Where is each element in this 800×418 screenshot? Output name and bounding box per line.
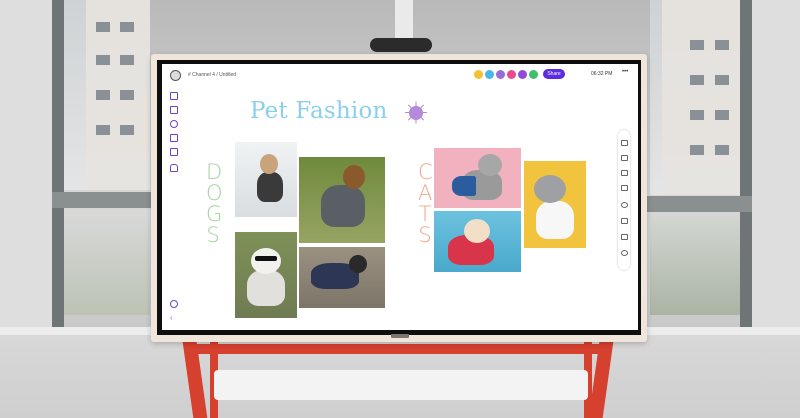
fill-icon[interactable] <box>621 185 628 191</box>
building-window <box>690 40 704 50</box>
person-icon[interactable] <box>170 120 178 128</box>
undo-icon[interactable] <box>621 250 628 256</box>
highlighter-icon[interactable] <box>621 170 628 176</box>
window-pane-bottom-right <box>650 215 746 315</box>
settings-icon[interactable] <box>170 300 178 308</box>
dog-in-puffer-coat-photo[interactable] <box>235 142 297 217</box>
sticky-note-icon[interactable] <box>621 218 628 224</box>
dogs-label-text: DOGS <box>206 160 223 247</box>
building-window <box>120 22 134 32</box>
window-frame <box>640 196 752 212</box>
window-frame <box>52 0 64 330</box>
building-window <box>96 55 110 65</box>
user-avatar-icon[interactable] <box>170 70 181 81</box>
collaborator-avatar[interactable] <box>474 70 483 79</box>
bell-icon[interactable] <box>170 164 178 172</box>
pen-icon[interactable] <box>621 140 628 146</box>
building-window <box>120 55 134 65</box>
cat-head <box>464 219 490 243</box>
dog-head <box>260 154 278 174</box>
collapse-icon[interactable]: ‹ <box>170 315 176 322</box>
app-topbar: # Channel 4 / Untitled Share 06:32 PM ••… <box>162 64 638 86</box>
stand-crossbar <box>196 344 602 354</box>
building-window <box>690 75 704 85</box>
window-frame <box>52 192 162 208</box>
cat-in-suit-photo[interactable] <box>524 161 586 248</box>
cat-in-red-hoodie-photo[interactable] <box>434 211 521 272</box>
building-window <box>96 22 110 32</box>
board-title[interactable]: Pet Fashion <box>250 98 388 124</box>
building-window <box>690 145 704 155</box>
cat-superhero-cape-photo[interactable] <box>434 148 521 208</box>
building-facade <box>662 0 742 195</box>
dog-head <box>349 255 367 273</box>
marker-icon[interactable] <box>621 155 628 161</box>
building-window <box>715 145 729 155</box>
dog-figure <box>247 270 285 306</box>
drawing-toolbar <box>618 130 630 270</box>
building-window <box>715 75 729 85</box>
more-dots-icon[interactable]: ••• <box>622 69 628 75</box>
collaborator-avatar[interactable] <box>529 70 538 79</box>
collaborator-avatar[interactable] <box>518 70 527 79</box>
cat-cape <box>452 176 476 196</box>
building-window <box>96 125 110 135</box>
cats-label[interactable]: CATS <box>414 162 436 246</box>
sunglasses <box>255 256 277 261</box>
frame-icon[interactable] <box>621 234 628 240</box>
grid-icon[interactable] <box>170 92 178 100</box>
building-window <box>96 90 110 100</box>
window-frame <box>0 0 52 330</box>
stand-shelf <box>214 370 588 400</box>
dog-figure <box>257 172 283 202</box>
building-window <box>120 125 134 135</box>
collaborator-avatar[interactable] <box>485 70 494 79</box>
camera <box>370 38 432 52</box>
building-window <box>690 110 704 120</box>
dog-figure <box>321 185 365 227</box>
cat-figure <box>536 201 574 239</box>
clock: 06:32 PM <box>591 71 613 77</box>
share-button[interactable]: Share <box>543 69 565 79</box>
window-frame <box>752 0 800 330</box>
building-window <box>715 40 729 50</box>
camera-icon[interactable] <box>170 106 178 114</box>
dog-head <box>343 165 365 189</box>
cat-head <box>478 154 502 176</box>
screen-share-icon[interactable] <box>170 134 178 142</box>
shape-icon[interactable] <box>621 202 628 208</box>
window-pane-bottom-left <box>62 210 150 315</box>
room-scene: # Channel 4 / Untitled Share 06:32 PM ••… <box>0 0 800 418</box>
collaborator-avatar[interactable] <box>507 70 516 79</box>
calendar-icon[interactable] <box>170 148 178 156</box>
building-window <box>120 90 134 100</box>
dog-with-sunglasses-photo[interactable] <box>235 232 297 318</box>
monitor-logo <box>391 334 409 338</box>
dog-in-navy-jacket-photo[interactable] <box>299 247 385 308</box>
cats-label-text: CATS <box>418 160 433 247</box>
dogs-label[interactable]: DOGS <box>202 162 224 246</box>
collaborator-avatar[interactable] <box>496 70 505 79</box>
building-window <box>715 110 729 120</box>
whiteboard-screen[interactable]: # Channel 4 / Untitled Share 06:32 PM ••… <box>162 64 638 330</box>
dog-in-grey-snowsuit-photo[interactable] <box>299 157 385 243</box>
window-frame <box>740 0 752 330</box>
breadcrumb[interactable]: # Channel 4 / Untitled <box>188 72 236 78</box>
camera-mount <box>395 0 413 40</box>
dog-head <box>251 248 281 274</box>
cat-head <box>534 175 566 203</box>
